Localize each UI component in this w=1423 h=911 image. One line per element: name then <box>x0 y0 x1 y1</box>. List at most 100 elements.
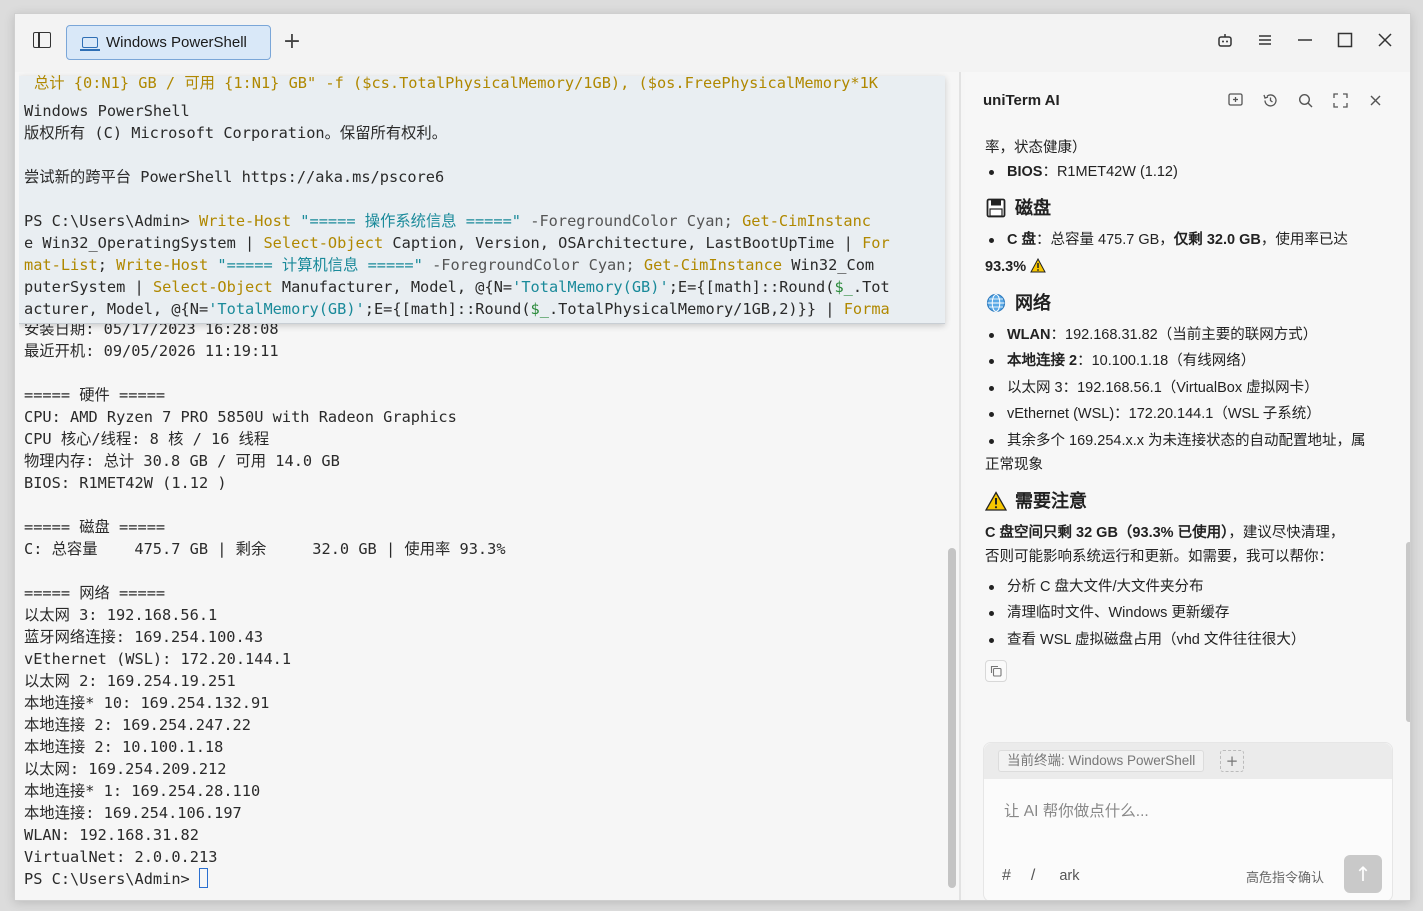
risky-command-confirm-toggle[interactable]: 高危指令确认 <box>1246 867 1324 886</box>
disk-text: ：总容量 475.7 GB， <box>1036 232 1174 248</box>
message-text: 率，状态健康） <box>985 140 1087 156</box>
copy-icon <box>990 665 1002 677</box>
variable-token: $_ <box>530 300 549 318</box>
list-item: C 盘：总容量 475.7 GB，仅剩 32.0 GB，使用率已达 <box>985 228 1390 252</box>
terminal-pane[interactable]: 安装日期: 05/17/2023 16:28:08 最近开机: 09/05/202… <box>19 72 959 898</box>
text-token: ; <box>97 256 117 274</box>
disk-usage: 93.3% <box>985 258 1027 275</box>
send-button[interactable]: ↑ <box>1344 855 1382 893</box>
text-token: acturer, Model, @{N= <box>24 300 209 318</box>
message-text: 93.3% <box>985 255 1390 279</box>
terminal-line: 本地连接* 10: 169.254.132.91 <box>24 694 270 712</box>
add-context-button[interactable]: + <box>1220 750 1244 772</box>
text-token: Manufacturer, Model, @{N= <box>272 278 513 296</box>
new-chat-icon[interactable] <box>1227 92 1244 109</box>
expand-icon[interactable] <box>1332 92 1349 109</box>
terminal-scrollbar[interactable] <box>948 548 956 888</box>
disk-label: C 盘 <box>1007 232 1036 248</box>
disk-heading: 磁盘 <box>985 194 1390 222</box>
ai-panel: uniTerm AI 率，状态健康） BIOS：R1MET42W (1.12) … <box>965 72 1410 900</box>
terminal-command-line: mat-List; Write-Host "===== 计算机信息 ====="… <box>19 254 890 276</box>
list-item: 以太网 3：192.168.56.1（VirtualBox 虚拟网卡） <box>985 376 1390 400</box>
terminal-line: 蓝牙网络连接: 169.254.100.43 <box>24 628 264 646</box>
string-token: "===== 计算机信息 =====" <box>208 256 423 274</box>
list-item: 分析 C 盘大文件/大文件夹分布 <box>985 575 1390 599</box>
cmdlet-token: Write-Host <box>198 212 292 230</box>
terminal-line: 版权所有 (C) Microsoft Corporation。保留所有权利。 <box>24 124 448 142</box>
terminal-line: 以太网 3: 192.168.56.1 <box>24 606 218 624</box>
minimize-icon[interactable] <box>1296 30 1314 50</box>
terminal-line: Windows PowerShell <box>24 102 190 120</box>
tab-windows-powershell[interactable]: Windows PowerShell <box>66 25 271 60</box>
text-token: e Win32_OperatingSystem | <box>24 234 264 252</box>
maximize-icon[interactable] <box>1336 30 1354 50</box>
menu-icon[interactable] <box>1256 30 1274 50</box>
arrow-up-icon: ↑ <box>1354 862 1372 886</box>
network-heading: 网络 <box>985 289 1390 317</box>
list-item: 本地连接 2：10.100.1.18（有线网络） <box>985 349 1390 373</box>
cmdlet-token: Select-Object <box>152 278 273 296</box>
current-terminal-chip[interactable]: 当前终端: Windows PowerShell <box>998 750 1205 772</box>
cmdlet-token: For <box>862 234 890 252</box>
pane-divider[interactable] <box>959 72 961 900</box>
text-token: ;E={[math]::Round( <box>364 300 531 318</box>
model-selector[interactable]: ark <box>1059 868 1079 884</box>
slash-button[interactable]: / <box>1031 867 1035 885</box>
text-token: Win32_Com <box>782 256 875 274</box>
terminal-line: WLAN: 192.168.31.82 <box>24 826 199 844</box>
text-token: Caption, Version, OSArchitecture, LastBo… <box>383 234 863 252</box>
list-item: 查看 WSL 虚拟磁盘占用（vhd 文件往往很大） <box>985 628 1390 652</box>
new-tab-button[interactable]: + <box>281 28 303 56</box>
app-window: Windows PowerShell + 安装日期: 05/17/2023 16… <box>14 13 1411 901</box>
terminal-prompt-line[interactable]: PS C:\Users\Admin> <box>19 868 959 890</box>
sidebar-toggle-icon[interactable] <box>33 32 51 48</box>
history-icon[interactable] <box>1262 92 1279 109</box>
network-text: ：192.168.31.82（当前主要的联网方式） <box>1050 326 1318 343</box>
text-cursor <box>198 868 208 888</box>
ai-panel-scrollbar[interactable] <box>1406 542 1410 722</box>
network-text: vEthernet (WSL)：172.20.144.1（WSL 子系统） <box>1007 406 1321 422</box>
floppy-disk-icon <box>985 197 1007 219</box>
prompt-text: PS C:\Users\Admin> <box>24 212 199 230</box>
copy-button[interactable] <box>985 659 1007 682</box>
composer-context-bar: 当前终端: Windows PowerShell + <box>984 743 1392 779</box>
ai-robot-icon[interactable] <box>1216 30 1234 50</box>
terminal-line: CPU: AMD Ryzen 7 PRO 5850U with Radeon G… <box>24 408 457 426</box>
cmdlet-token: Select-Object <box>263 234 384 252</box>
string-token: 'TotalMemory(GB)' <box>208 300 365 318</box>
bios-value: ：R1MET42W (1.12) <box>1042 164 1178 180</box>
attention-bold: C 盘空间只剩 32 GB（93.3% 已使用） <box>985 524 1229 541</box>
terminal-line: 尝试新的跨平台 PowerShell https://aka.ms/pscore… <box>24 168 445 186</box>
prompt-text: PS C:\Users\Admin> <box>24 870 199 888</box>
warning-icon <box>1030 257 1046 272</box>
terminal-line: VirtualNet: 2.0.0.213 <box>24 848 218 866</box>
terminal-line: 本地连接: 169.254.106.197 <box>24 804 242 822</box>
warning-icon <box>985 490 1007 512</box>
network-text: ：10.100.1.18（有线网络） <box>1077 353 1256 369</box>
terminal-line: BIOS: R1MET42W (1.12 ) <box>24 474 227 492</box>
terminal-line: 总计 {0:N1} GB / 可用 {1:N1} GB" -f ($cs.Tot… <box>34 74 878 92</box>
search-icon[interactable] <box>1297 92 1314 109</box>
hash-button[interactable]: # <box>1002 867 1011 885</box>
list-item: BIOS：R1MET42W (1.12) <box>985 160 1390 184</box>
text-token: .Tot <box>852 278 890 296</box>
ai-panel-title: uniTerm AI <box>983 92 1060 109</box>
cmdlet-token: Forma <box>843 300 890 318</box>
heading-text: 网络 <box>1015 292 1051 313</box>
terminal-command-line: e Win32_OperatingSystem | Select-Object … <box>19 232 890 254</box>
title-bar: Windows PowerShell + <box>15 14 1410 72</box>
close-icon[interactable] <box>1376 30 1394 50</box>
chat-input[interactable]: 让 AI 帮你做点什么... <box>1004 799 1149 821</box>
message-text: C 盘空间只剩 32 GB（93.3% 已使用），建议尽快清理， <box>985 521 1390 545</box>
terminal-line: 以太网 2: 169.254.19.251 <box>24 672 236 690</box>
laptop-icon <box>80 37 100 51</box>
string-token: "===== 操作系统信息 =====" <box>291 212 522 230</box>
terminal-line: 本地连接 2: 169.254.247.22 <box>24 716 251 734</box>
terminal-line: 本地连接* 1: 169.254.28.110 <box>24 782 261 800</box>
disk-remaining: 仅剩 32.0 GB <box>1173 232 1261 248</box>
close-panel-icon[interactable] <box>1367 92 1384 109</box>
terminal-line: C: 总容量 475.7 GB | 剩余 32.0 GB | 使用率 93.3% <box>24 540 506 558</box>
terminal-output: 安装日期: 05/17/2023 16:28:08 最近开机: 09/05/202… <box>19 318 959 890</box>
